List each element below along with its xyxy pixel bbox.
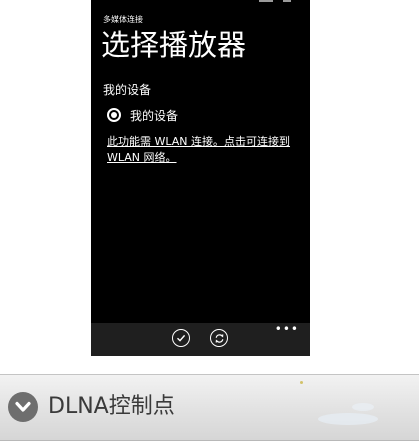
more-dots-icon[interactable]: ••• (275, 323, 299, 335)
decorative-smudge (318, 413, 378, 425)
section-label: 我的设备 (103, 83, 152, 97)
decorative-speck (300, 381, 303, 384)
dlna-control-bar[interactable]: DLNA控制点 (0, 374, 419, 441)
refresh-button[interactable] (210, 329, 228, 347)
phone-screen: 多媒体连接 选择播放器 我的设备 我的设备 此功能需 WLAN 连接。点击可连接… (91, 0, 310, 356)
chevron-down-button[interactable] (8, 392, 38, 422)
decorative-smudge (352, 403, 374, 411)
status-bar-indicator (283, 0, 291, 2)
app-bar: ••• (91, 323, 310, 356)
radio-selected-icon[interactable] (107, 108, 121, 122)
page-title: 选择播放器 (101, 28, 247, 62)
refresh-icon (215, 333, 223, 343)
screenshot-stage: 多媒体连接 选择播放器 我的设备 我的设备 此功能需 WLAN 连接。点击可连接… (0, 0, 419, 441)
check-icon (177, 334, 186, 342)
check-button[interactable] (172, 329, 190, 347)
device-option-label: 我的设备 (130, 108, 179, 123)
wlan-connect-link[interactable]: 此功能需 WLAN 连接。点击可连接到 WLAN 网络。 (107, 134, 303, 166)
chevron-down-icon (15, 401, 31, 412)
dlna-control-label: DLNA控制点 (48, 394, 175, 419)
device-radio-option[interactable]: 我的设备 (107, 106, 178, 124)
app-name: 多媒体连接 (103, 15, 143, 24)
status-bar-indicator (259, 0, 273, 2)
